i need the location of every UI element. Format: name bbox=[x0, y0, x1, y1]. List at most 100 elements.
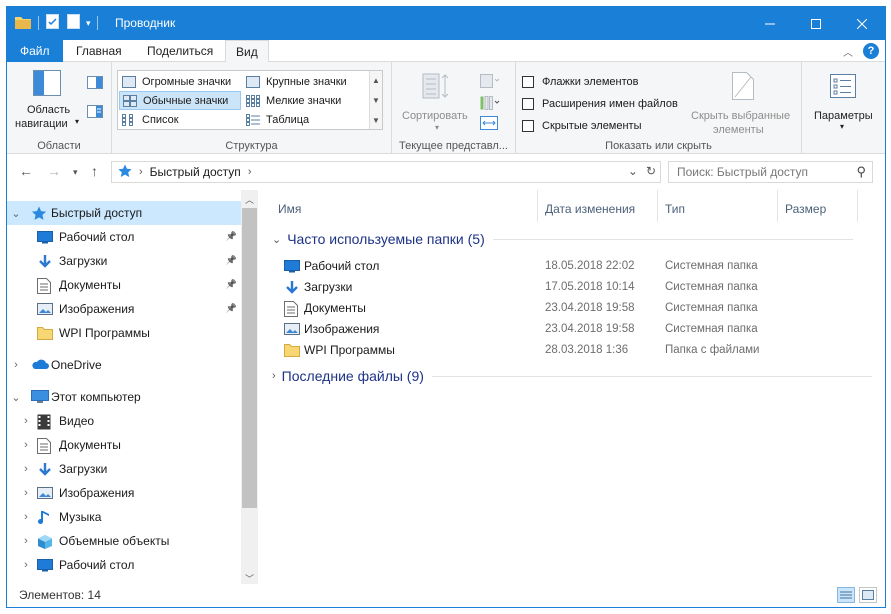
column-type[interactable]: Тип bbox=[665, 202, 685, 216]
scroll-up-icon[interactable]: ︿ bbox=[241, 193, 258, 206]
nav-tree-item[interactable]: Документы 📌 bbox=[7, 273, 241, 297]
forward-arrow-icon[interactable]: → bbox=[47, 163, 61, 179]
tab-home[interactable]: Главная bbox=[66, 40, 132, 62]
chevron-right-icon[interactable]: › bbox=[21, 559, 31, 571]
chevron-down-icon[interactable]: ▼ bbox=[370, 91, 382, 111]
preview-pane-button[interactable] bbox=[87, 76, 103, 92]
layout-small-icons[interactable]: Мелкие значки bbox=[243, 91, 367, 110]
title-bar[interactable]: ▾ Проводник bbox=[7, 7, 885, 40]
nav-tree-item[interactable]: › Видео bbox=[7, 409, 241, 433]
options-button[interactable] bbox=[830, 74, 856, 101]
layout-list[interactable]: Список bbox=[119, 110, 241, 129]
navigation-pane-button[interactable] bbox=[33, 70, 61, 99]
hide-selected-button[interactable] bbox=[732, 72, 754, 103]
nav-tree-item[interactable]: › Рабочий стол bbox=[7, 553, 241, 577]
layout-extra-large-icons[interactable]: Огромные значки bbox=[119, 72, 241, 91]
group-by-button[interactable] bbox=[480, 74, 500, 91]
refresh-icon[interactable]: ↻ bbox=[646, 164, 656, 178]
layout-label: Список bbox=[142, 113, 179, 126]
details-pane-button[interactable] bbox=[87, 105, 103, 121]
tab-file[interactable]: Файл bbox=[7, 40, 63, 62]
chevron-right-icon[interactable]: › bbox=[21, 463, 31, 475]
nav-tree-item[interactable]: ⌄ Быстрый доступ bbox=[7, 201, 241, 225]
nav-tree-item[interactable]: Рабочий стол 📌 bbox=[7, 225, 241, 249]
nav-tree-item[interactable]: Изображения 📌 bbox=[7, 297, 241, 321]
column-divider[interactable] bbox=[857, 190, 858, 222]
nav-tree-item[interactable]: › Документы bbox=[7, 433, 241, 457]
column-size[interactable]: Размер bbox=[785, 202, 826, 216]
section-frequent-folders[interactable]: ⌄ Часто используемые папки (5) bbox=[272, 231, 853, 247]
column-name[interactable]: Имя bbox=[278, 202, 301, 216]
section-recent-files[interactable]: › Последние файлы (9) bbox=[272, 368, 872, 384]
recent-locations-icon[interactable]: ▾ bbox=[73, 167, 78, 178]
chevron-up-icon[interactable]: ▲ bbox=[370, 71, 382, 91]
file-extensions-checkbox[interactable]: Расширения имен файлов bbox=[522, 98, 678, 110]
nav-tree-item[interactable]: ⌄ Этот компьютер bbox=[7, 385, 241, 409]
help-icon[interactable]: ? bbox=[863, 43, 879, 59]
nav-tree-item[interactable]: WPI Программы bbox=[7, 321, 241, 345]
new-folder-icon[interactable] bbox=[67, 14, 80, 32]
breadcrumb-separator-icon[interactable]: › bbox=[248, 166, 252, 178]
layout-details[interactable]: Таблица bbox=[243, 110, 367, 129]
file-row[interactable]: WPI Программы 28.03.2018 1:36 Папка с файл… bbox=[282, 340, 842, 361]
list-icon bbox=[122, 113, 136, 126]
address-bar[interactable]: › Быстрый доступ › ⌄ ↻ bbox=[111, 161, 661, 183]
nav-tree-label: Загрузки bbox=[59, 462, 108, 476]
star-icon bbox=[31, 206, 47, 220]
nav-tree-item[interactable]: › Объемные объекты bbox=[7, 529, 241, 553]
nav-tree-item[interactable]: › OneDrive bbox=[7, 353, 241, 377]
nav-tree-item[interactable]: › Изображения bbox=[7, 481, 241, 505]
tab-share[interactable]: Поделиться bbox=[137, 40, 223, 62]
scrollbar-thumb[interactable] bbox=[242, 208, 257, 508]
chevron-right-icon[interactable]: › bbox=[21, 511, 31, 523]
up-arrow-icon[interactable]: ↑ bbox=[91, 163, 98, 179]
add-columns-button[interactable] bbox=[480, 96, 500, 113]
close-button[interactable] bbox=[839, 7, 885, 40]
group-layout: Огромные значки Крупные значки Обычные з… bbox=[112, 62, 392, 154]
layout-large-icons[interactable]: Крупные значки bbox=[243, 72, 367, 91]
layout-medium-icons[interactable]: Обычные значки bbox=[119, 91, 241, 110]
pictures-icon bbox=[284, 322, 300, 336]
breadcrumb-current[interactable]: Быстрый доступ bbox=[150, 165, 241, 179]
download-icon bbox=[284, 280, 300, 294]
back-arrow-icon[interactable]: ← bbox=[19, 163, 33, 179]
large-icons-view-button[interactable] bbox=[859, 587, 877, 603]
column-divider[interactable] bbox=[657, 190, 658, 222]
navigation-scrollbar[interactable]: ︿ ﹀ bbox=[241, 190, 258, 586]
hidden-items-checkbox[interactable]: Скрытые элементы bbox=[522, 120, 642, 132]
file-row[interactable]: Рабочий стол 18.05.2018 22:02 Системная па… bbox=[282, 256, 842, 277]
chevron-right-icon[interactable]: › bbox=[21, 415, 31, 427]
item-checkboxes-checkbox[interactable]: Флажки элементов bbox=[522, 76, 638, 88]
chevron-right-icon[interactable]: › bbox=[11, 359, 21, 371]
chevron-right-icon[interactable]: › bbox=[21, 439, 31, 451]
nav-tree-item[interactable]: › Музыка bbox=[7, 505, 241, 529]
checkbox-box bbox=[522, 76, 534, 88]
details-view-button[interactable] bbox=[837, 587, 855, 603]
nav-tree-item[interactable]: › Загрузки bbox=[7, 457, 241, 481]
nav-tree-item[interactable]: Загрузки 📌 bbox=[7, 249, 241, 273]
tab-view[interactable]: Вид bbox=[225, 40, 269, 63]
chevron-right-icon[interactable]: › bbox=[21, 487, 31, 499]
chevron-right-icon[interactable]: › bbox=[21, 535, 31, 547]
column-date-modified[interactable]: Дата изменения bbox=[545, 202, 635, 216]
maximize-button[interactable] bbox=[793, 7, 839, 40]
minimize-button[interactable] bbox=[747, 7, 793, 40]
sort-button[interactable] bbox=[422, 72, 450, 103]
file-row[interactable]: Загрузки 17.05.2018 10:14 Системная папка bbox=[282, 277, 842, 298]
chevron-down-icon[interactable]: ⌄ bbox=[11, 391, 21, 404]
column-divider[interactable] bbox=[777, 190, 778, 222]
file-row[interactable]: Документы 23.04.2018 19:58 Системная папка bbox=[282, 298, 842, 319]
large-icons-icon bbox=[246, 75, 260, 88]
search-input[interactable]: Поиск: Быстрый доступ ⚲ bbox=[668, 161, 873, 183]
collapse-ribbon-icon[interactable]: ︿ bbox=[843, 44, 853, 59]
search-icon[interactable]: ⚲ bbox=[856, 164, 866, 180]
chevron-down-icon[interactable]: ⌄ bbox=[11, 207, 21, 220]
address-history-chevron-icon[interactable]: ⌄ bbox=[628, 164, 638, 178]
size-columns-button[interactable] bbox=[480, 116, 498, 133]
customize-toolbar-chevron-icon[interactable]: ▾ bbox=[86, 18, 91, 29]
expand-gallery-icon[interactable]: ▼ bbox=[370, 111, 382, 131]
breadcrumb-separator-icon[interactable]: › bbox=[139, 166, 143, 178]
file-row[interactable]: Изображения 23.04.2018 19:58 Системная пап… bbox=[282, 319, 842, 340]
properties-icon[interactable] bbox=[46, 14, 59, 32]
column-divider[interactable] bbox=[537, 190, 538, 222]
